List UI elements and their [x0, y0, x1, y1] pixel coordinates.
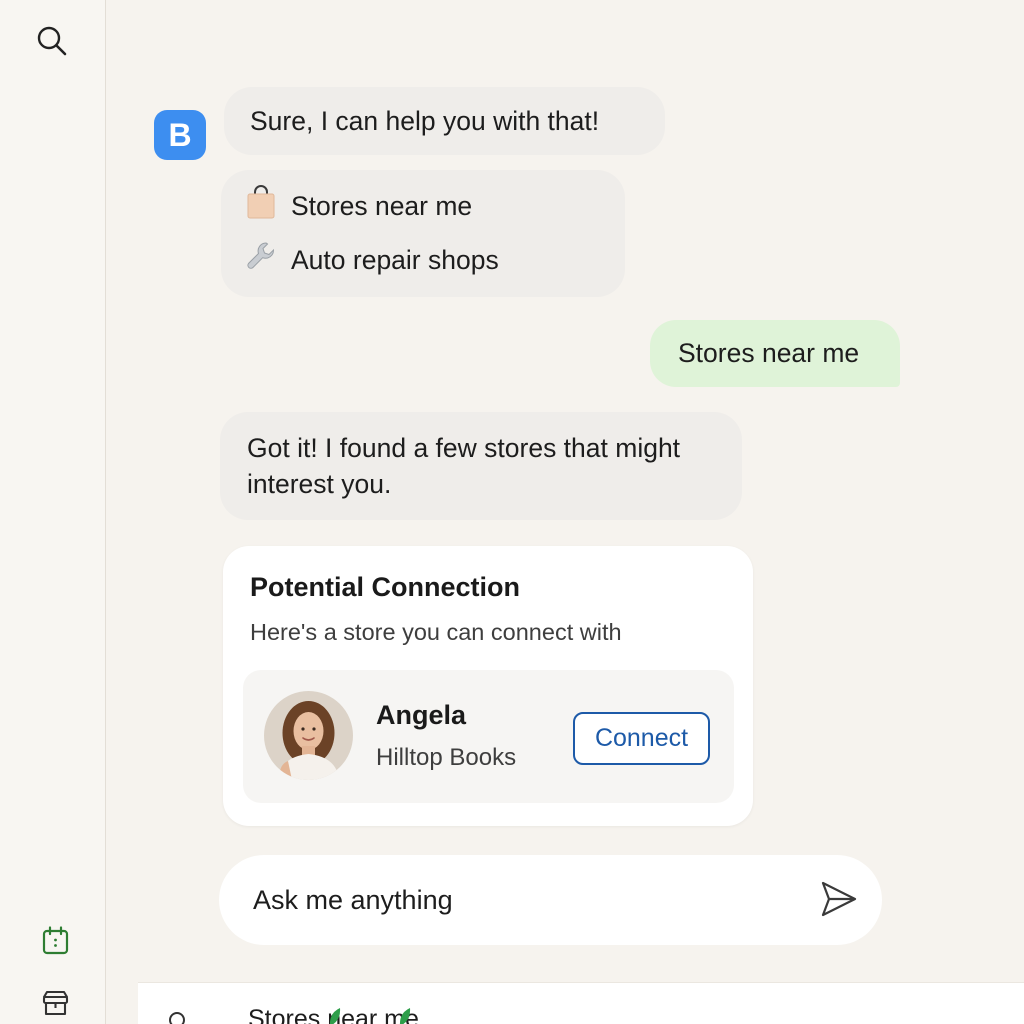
leaf-icon: [328, 1007, 342, 1024]
user-message: Stores near me: [650, 320, 900, 387]
card-subtitle: Here's a store you can connect with: [250, 619, 622, 645]
leaf-icon: [398, 1007, 412, 1024]
connection-card: Potential Connection Here's a store you …: [223, 546, 753, 826]
bot-message-greeting: Sure, I can help you with that!: [224, 87, 665, 155]
connect-button[interactable]: Connect: [573, 712, 710, 765]
bottom-search-bar[interactable]: Stores near me: [138, 982, 1024, 1024]
bot-message-found-stores: Got it! I found a few stores that might …: [220, 412, 742, 520]
calendar-icon[interactable]: [42, 926, 69, 961]
bot-options-bubble: Stores near me Auto repair shops: [221, 170, 625, 297]
search-icon: [168, 1011, 190, 1024]
option-auto-repair-shops[interactable]: Auto repair shops: [245, 240, 499, 280]
card-title: Potential Connection: [250, 572, 520, 602]
option-label: Auto repair shops: [291, 245, 499, 275]
bot-message-text: Sure, I can help you with that!: [250, 106, 600, 136]
shopping-bag-icon: [245, 184, 291, 228]
option-label: Stores near me: [291, 191, 473, 221]
message-input[interactable]: [253, 877, 803, 923]
bot-message-text: Got it! I found a few stores that might …: [247, 433, 681, 499]
sidebar: [0, 0, 106, 1024]
send-icon[interactable]: [819, 879, 859, 919]
wrench-icon: [245, 240, 291, 281]
message-composer: [219, 855, 882, 945]
search-icon[interactable]: [36, 25, 68, 62]
contact-row: Angela Hilltop Books Connect: [243, 670, 734, 803]
avatar: [264, 691, 353, 780]
option-stores-near-me[interactable]: Stores near me: [245, 184, 473, 228]
contact-name: Angela: [376, 700, 467, 730]
store-icon[interactable]: [41, 990, 70, 1021]
bot-avatar: B: [154, 110, 206, 160]
user-message-text: Stores near me: [678, 338, 860, 368]
contact-store: Hilltop Books: [376, 744, 517, 771]
